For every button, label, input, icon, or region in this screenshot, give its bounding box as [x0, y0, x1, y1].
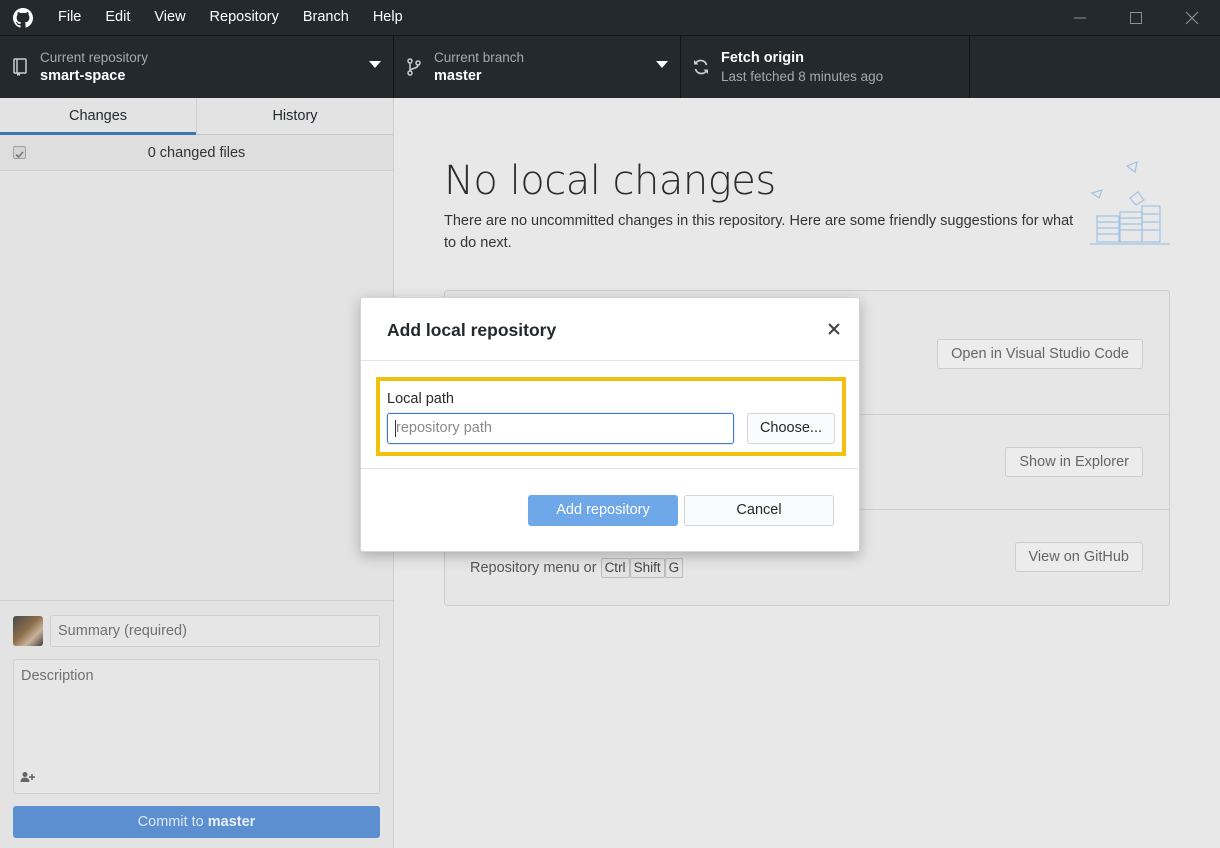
- description-placeholder: Description: [21, 668, 94, 684]
- close-icon[interactable]: [825, 320, 843, 338]
- text-cursor: [395, 420, 396, 437]
- page-description: There are no uncommitted changes in this…: [444, 213, 1074, 251]
- sidebar: Changes History 0 changed files Summary …: [0, 98, 394, 848]
- local-path-label: Local path: [387, 391, 454, 407]
- page-title: No local changes: [444, 158, 776, 204]
- close-icon[interactable]: [1164, 0, 1220, 35]
- fetch-origin-button[interactable]: Fetch origin Last fetched 8 minutes ago: [681, 36, 970, 98]
- git-branch-icon: [394, 58, 434, 76]
- current-repository-button[interactable]: Current repository smart-space: [0, 36, 394, 98]
- chevron-down-icon: [369, 61, 381, 68]
- title-bar: File Edit View Repository Branch Help: [0, 0, 1220, 35]
- commit-panel: Summary (required) Description Commit to…: [0, 600, 393, 848]
- changed-files-count: 0 changed files: [147, 144, 246, 161]
- menu-view[interactable]: View: [142, 0, 197, 35]
- github-octocat-icon[interactable]: [0, 0, 46, 35]
- maximize-icon[interactable]: [1108, 0, 1164, 35]
- empty-state-illustration: [1082, 158, 1177, 254]
- avatar: [13, 616, 43, 646]
- sync-icon: [681, 58, 721, 76]
- add-coauthor-icon[interactable]: [20, 771, 38, 785]
- key-g: G: [664, 558, 684, 578]
- shortcut-hint: Repository menu or Ctrl Shift G: [470, 558, 684, 578]
- key-ctrl: Ctrl: [600, 558, 630, 578]
- current-repository-text: Current repository smart-space: [40, 49, 148, 86]
- current-branch-name: master: [434, 67, 482, 84]
- dialog-footer: Add repository Cancel: [361, 468, 859, 552]
- commit-button[interactable]: Commit to master: [13, 806, 380, 838]
- local-path-section: Local path repository path Choose...: [376, 377, 846, 456]
- commit-button-branch: master: [207, 814, 256, 830]
- tab-history[interactable]: History: [196, 98, 393, 134]
- current-branch-label: Current branch: [434, 49, 525, 65]
- changed-files-header: 0 changed files: [0, 135, 393, 171]
- menu-help[interactable]: Help: [361, 0, 415, 35]
- open-in-vscode-button[interactable]: Open in Visual Studio Code: [937, 339, 1143, 369]
- fetch-origin-text: Fetch origin Last fetched 8 minutes ago: [721, 49, 883, 86]
- menu-edit[interactable]: Edit: [93, 0, 142, 35]
- add-local-repository-dialog: Add local repository Local path reposito…: [360, 297, 860, 552]
- repo-icon: [0, 58, 40, 76]
- window-controls: [1052, 0, 1220, 35]
- tab-changes[interactable]: Changes: [0, 98, 196, 135]
- summary-input[interactable]: Summary (required): [50, 615, 380, 647]
- current-repository-label: Current repository: [40, 49, 149, 65]
- sidebar-tabs: Changes History: [0, 98, 393, 135]
- menu-branch[interactable]: Branch: [291, 0, 361, 35]
- show-in-explorer-button[interactable]: Show in Explorer: [1005, 447, 1143, 477]
- toolbar: Current repository smart-space Current b…: [0, 35, 1220, 98]
- minimize-icon[interactable]: [1052, 0, 1108, 35]
- dialog-title: Add local repository: [387, 320, 557, 340]
- cancel-button[interactable]: Cancel: [684, 495, 834, 526]
- menu-repository[interactable]: Repository: [198, 0, 291, 35]
- current-branch-button[interactable]: Current branch master: [394, 36, 681, 98]
- current-repository-name: smart-space: [40, 67, 126, 84]
- local-path-input[interactable]: repository path: [387, 413, 734, 444]
- description-textarea[interactable]: Description: [13, 659, 380, 794]
- shortcut-hint-text: Repository menu or: [470, 560, 597, 576]
- commit-button-prefix: Commit to: [137, 814, 208, 830]
- add-repository-button[interactable]: Add repository: [528, 495, 678, 526]
- fetch-origin-status: Last fetched 8 minutes ago: [721, 68, 884, 84]
- key-shift: Shift: [629, 558, 665, 578]
- select-all-checkbox[interactable]: [13, 146, 26, 159]
- view-on-github-button[interactable]: View on GitHub: [1014, 542, 1143, 572]
- chevron-down-icon: [656, 61, 668, 68]
- dialog-header: Add local repository: [361, 298, 859, 361]
- choose-button[interactable]: Choose...: [747, 413, 835, 444]
- current-branch-text: Current branch master: [434, 49, 524, 86]
- local-path-placeholder: repository path: [396, 420, 492, 436]
- menu-file[interactable]: File: [46, 0, 93, 35]
- fetch-origin-title: Fetch origin: [721, 49, 804, 66]
